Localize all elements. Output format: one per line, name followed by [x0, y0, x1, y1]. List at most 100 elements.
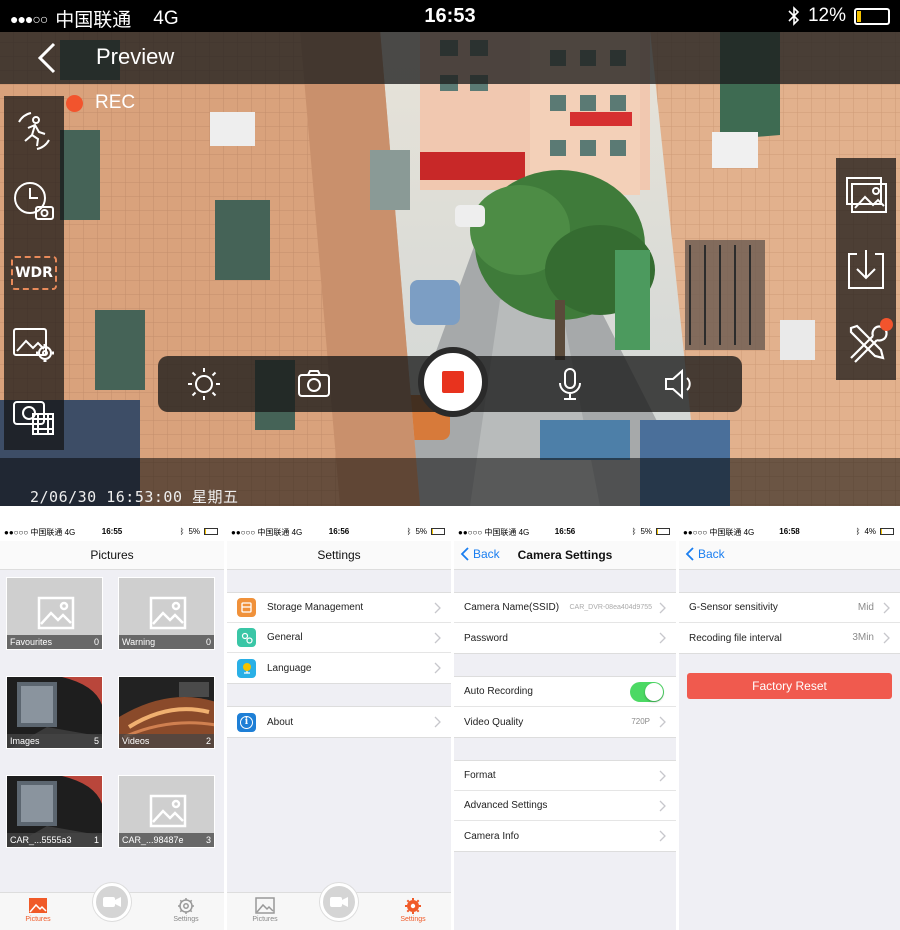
- storage-icon: [237, 598, 256, 617]
- photo-settings-icon[interactable]: [11, 321, 57, 367]
- recording-indicator: REC: [66, 92, 135, 114]
- camera-center-button[interactable]: [93, 883, 131, 921]
- battery-icon: [880, 528, 894, 535]
- battery-icon: [656, 528, 670, 535]
- rec-dot-icon: [66, 94, 83, 112]
- auto-recording-toggle[interactable]: [630, 682, 664, 702]
- chevron-right-icon: [883, 632, 890, 644]
- speaker-icon[interactable]: [662, 366, 698, 402]
- mini-status-bar: ●●○○○ 中国联通 4G 16:55 ᛒ 5%: [0, 524, 224, 541]
- back-button[interactable]: Back: [685, 547, 725, 561]
- motion-detection-icon[interactable]: [11, 108, 57, 154]
- mini-status-bar: ●●○○○ 中国联通 4G 16:56 ᛒ 5%: [454, 524, 676, 541]
- camera-center-button[interactable]: [320, 883, 358, 921]
- bluetooth-icon: ᛒ: [406, 527, 412, 536]
- album-warning[interactable]: Warning 0: [118, 577, 215, 650]
- row-format[interactable]: Format: [454, 761, 676, 791]
- wdr-label: WDR: [15, 264, 53, 281]
- row-recording-interval[interactable]: Recoding file interval 3Min: [679, 623, 900, 653]
- gear-icon: [178, 898, 194, 914]
- video-camera-icon[interactable]: [11, 392, 57, 438]
- tab-settings[interactable]: Settings: [156, 897, 216, 923]
- info-icon: i: [237, 712, 256, 732]
- page-title: Pictures: [90, 548, 134, 562]
- chevron-right-icon: [434, 716, 441, 728]
- row-language[interactable]: Language: [227, 653, 451, 683]
- camera-preview: ●●●○○ 中国联通 4G 16:53 12% Preview REC WDR: [0, 0, 900, 506]
- battery-icon: [854, 7, 890, 25]
- settings-tools-button[interactable]: [843, 318, 893, 366]
- chevron-right-icon: [434, 632, 441, 644]
- download-icon[interactable]: [843, 246, 889, 292]
- gallery-icon[interactable]: [843, 172, 889, 218]
- image-placeholder-icon: [37, 596, 75, 630]
- tab-pictures[interactable]: Pictures: [8, 897, 68, 923]
- bluetooth-icon: [788, 6, 800, 26]
- back-arrow-icon[interactable]: [30, 40, 66, 76]
- timelapse-photo-icon[interactable]: [11, 179, 57, 225]
- bluetooth-icon: ᛒ: [855, 527, 861, 536]
- bluetooth-icon: ᛒ: [179, 527, 185, 536]
- advanced-group: G-Sensor sensitivity Mid Recoding file i…: [679, 592, 900, 654]
- tab-settings[interactable]: Settings: [383, 897, 443, 923]
- microphone-icon[interactable]: [552, 366, 588, 402]
- status-bar: ●●●○○ 中国联通 4G 16:53 12%: [0, 0, 900, 32]
- settings-group-about: i About: [227, 706, 451, 738]
- wdr-button[interactable]: WDR: [11, 255, 57, 290]
- row-gsensor[interactable]: G-Sensor sensitivity Mid: [679, 593, 900, 623]
- row-camera-name[interactable]: Camera Name(SSID) CAR_DVR-08ea404d9755: [454, 593, 676, 623]
- rec-label: REC: [95, 92, 136, 113]
- camera-settings-header: Back Camera Settings: [454, 541, 676, 570]
- album-images[interactable]: Images 5: [6, 676, 103, 749]
- row-advanced-settings[interactable]: Advanced Settings: [454, 791, 676, 821]
- row-storage-management[interactable]: Storage Management: [227, 593, 451, 623]
- image-placeholder-icon: [149, 596, 187, 630]
- battery-icon: [204, 528, 218, 535]
- cam-group-maintenance: Format Advanced Settings Camera Info: [454, 760, 676, 852]
- video-camera-icon: [330, 897, 348, 907]
- album-videos[interactable]: Videos 2: [118, 676, 215, 749]
- row-auto-recording: Auto Recording: [454, 677, 676, 707]
- row-video-quality[interactable]: Video Quality 720P: [454, 707, 676, 737]
- row-password[interactable]: Password: [454, 623, 676, 653]
- row-about[interactable]: i About: [227, 707, 451, 737]
- album-car-2[interactable]: CAR_...98487e 3: [118, 775, 215, 848]
- pictures-header: Pictures: [0, 541, 224, 570]
- chevron-right-icon: [659, 716, 666, 728]
- pictures-screen: ●●○○○ 中国联通 4G 16:55 ᛒ 5% Pictures Favouri…: [0, 524, 224, 930]
- row-general[interactable]: General: [227, 623, 451, 653]
- status-time: 16:53: [424, 5, 476, 27]
- tab-pictures[interactable]: Pictures: [235, 897, 295, 923]
- chevron-right-icon: [659, 770, 666, 782]
- cam-group-identity: Camera Name(SSID) CAR_DVR-08ea404d9755 P…: [454, 592, 676, 654]
- chevron-left-icon: [685, 547, 694, 561]
- battery-percent: 12%: [807, 5, 846, 26]
- chevron-right-icon: [434, 662, 441, 674]
- notification-dot-icon: [880, 318, 893, 331]
- chevron-right-icon: [659, 800, 666, 812]
- album-car-1[interactable]: CAR_...5555a3 1: [6, 775, 103, 848]
- factory-reset-button[interactable]: Factory Reset: [687, 673, 892, 699]
- page-title: Camera Settings: [517, 548, 613, 562]
- page-title: Preview: [96, 44, 175, 69]
- general-icon: [237, 628, 256, 647]
- album-favourites[interactable]: Favourites 0: [6, 577, 103, 650]
- chevron-right-icon: [434, 602, 441, 614]
- chevron-right-icon: [659, 632, 666, 644]
- app-composite: ●●●○○ 中国联通 4G 16:53 12% Preview REC WDR: [0, 0, 900, 930]
- pictures-tab-icon: [255, 897, 275, 914]
- globe-icon: [237, 658, 256, 678]
- record-stop-button[interactable]: [418, 347, 488, 417]
- camera-snapshot-icon[interactable]: [296, 366, 332, 402]
- stop-square-icon: [442, 371, 464, 393]
- preview-header: Preview: [0, 32, 900, 84]
- settings-group-main: Storage Management General Language: [227, 592, 451, 684]
- settings-header: Settings: [227, 541, 451, 570]
- cam-group-recording: Auto Recording Video Quality 720P: [454, 676, 676, 738]
- row-camera-info[interactable]: Camera Info: [454, 821, 676, 851]
- pictures-tab-icon: [29, 898, 47, 913]
- brightness-icon[interactable]: [186, 366, 222, 402]
- bluetooth-icon: ᛒ: [631, 527, 637, 536]
- tab-bar: Pictures Settings: [0, 883, 224, 930]
- chevron-right-icon: [659, 830, 666, 842]
